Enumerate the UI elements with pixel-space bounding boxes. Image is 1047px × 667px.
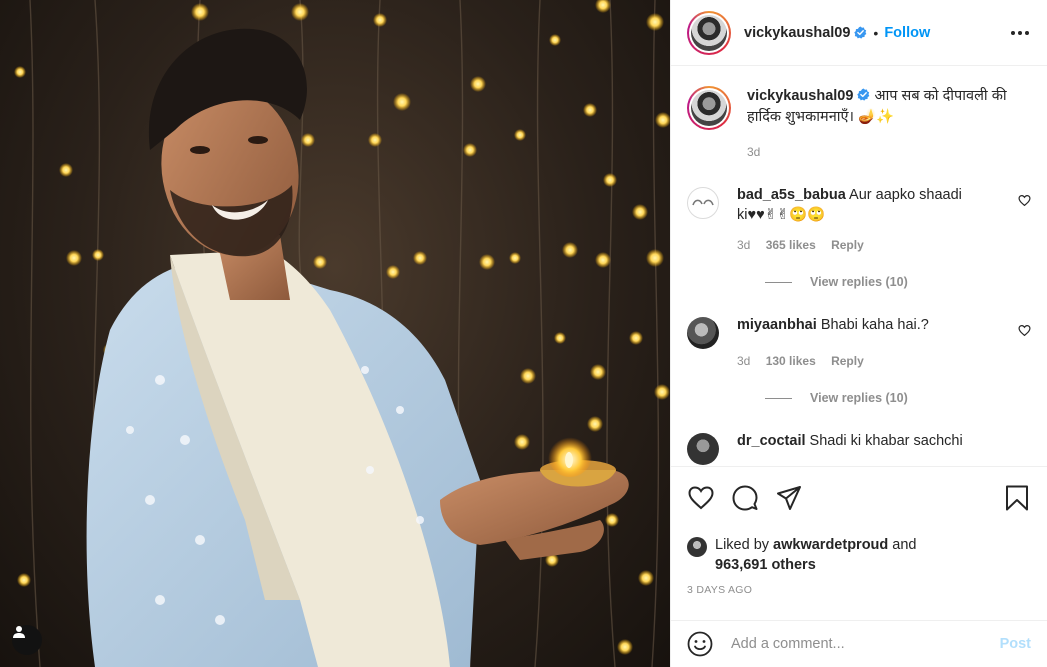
- reply-button[interactable]: Reply: [831, 354, 864, 368]
- liked-by-prefix: Liked by: [715, 537, 770, 553]
- instagram-post-dialog: vickykaushal09 • Follow vickykaushal09 आ…: [0, 0, 1047, 667]
- tag-user-button[interactable]: [12, 625, 42, 655]
- commenter-avatar[interactable]: [687, 317, 719, 349]
- heart-icon[interactable]: [687, 484, 715, 512]
- more-options-icon[interactable]: [1009, 25, 1031, 41]
- comment-age: 3d: [737, 238, 751, 252]
- verified-badge-icon: [857, 88, 870, 101]
- view-replies-button[interactable]: View replies (10): [765, 391, 1031, 405]
- post-comment-button[interactable]: Post: [1000, 636, 1031, 652]
- comment-text: Shadi ki khabar sachchi: [809, 433, 963, 449]
- caption-username[interactable]: vickykaushal09: [747, 88, 853, 104]
- header-separator: •: [873, 24, 879, 41]
- caption-avatar[interactable]: [687, 86, 731, 130]
- add-comment-bar: Post: [671, 620, 1047, 667]
- comment-username[interactable]: bad_a5s_babua: [737, 187, 846, 203]
- comment-username[interactable]: dr_coctail: [737, 433, 806, 449]
- author-username[interactable]: vickykaushal09: [744, 25, 850, 41]
- post-photo[interactable]: [0, 0, 670, 667]
- comment-age: 3d: [737, 354, 751, 368]
- liker-avatar[interactable]: [687, 537, 707, 557]
- tag-user-icon: [13, 626, 25, 638]
- liked-by-and: and: [892, 537, 917, 553]
- caption-age: 3d: [747, 145, 761, 159]
- commenter-avatar[interactable]: [687, 187, 719, 219]
- comment-likes[interactable]: 130 likes: [766, 354, 816, 368]
- comment-input[interactable]: [731, 636, 1000, 652]
- likes-count[interactable]: 963,691 others: [715, 557, 816, 573]
- comments-list[interactable]: vickykaushal09 आप सब को दीपावली की हार्द…: [671, 66, 1047, 466]
- follow-button[interactable]: Follow: [884, 25, 930, 41]
- comment-likes[interactable]: 365 likes: [766, 238, 816, 252]
- reply-button[interactable]: Reply: [831, 238, 864, 252]
- author-avatar[interactable]: [687, 10, 731, 55]
- post-header: vickykaushal09 • Follow: [671, 0, 1047, 66]
- view-replies-label: View replies (10): [810, 275, 908, 289]
- liker-username[interactable]: awkwardetproud: [773, 537, 888, 553]
- view-replies-label: View replies (10): [810, 391, 908, 405]
- save-icon[interactable]: [1003, 484, 1031, 512]
- view-replies-button[interactable]: View replies (10): [765, 275, 1031, 289]
- comment-item: dr_coctail Shadi ki khabar sachchi: [687, 431, 1031, 465]
- like-comment-icon[interactable]: [1018, 194, 1031, 207]
- comment-icon[interactable]: [731, 484, 759, 512]
- likes-summary: Liked by awkwardetproud and 963,691 othe…: [687, 535, 1031, 575]
- action-bar: [687, 481, 1031, 515]
- comment-username[interactable]: miyaanbhai: [737, 317, 817, 333]
- comment-text: Bhabi kaha hai.?: [820, 317, 929, 333]
- emoji-icon[interactable]: [687, 631, 713, 657]
- post-timestamp[interactable]: 3 days ago: [687, 584, 1031, 596]
- commenter-avatar[interactable]: [687, 433, 719, 465]
- like-comment-icon[interactable]: [1018, 324, 1031, 337]
- post-image-illustration: [14, 0, 670, 667]
- post-caption: vickykaushal09 आप सब को दीपावली की हार्द…: [687, 86, 1031, 163]
- post-actions-area: Liked by awkwardetproud and 963,691 othe…: [671, 466, 1047, 620]
- comment-item: bad_a5s_babua Aur aapko shaadi ki♥♥✌✌🙄🙄 …: [687, 185, 1031, 255]
- share-icon[interactable]: [775, 484, 803, 512]
- post-side-panel: vickykaushal09 • Follow vickykaushal09 आ…: [670, 0, 1047, 667]
- verified-badge-icon: [854, 26, 867, 39]
- comment-item: miyaanbhai Bhabi kaha hai.? 3d 130 likes…: [687, 315, 1031, 371]
